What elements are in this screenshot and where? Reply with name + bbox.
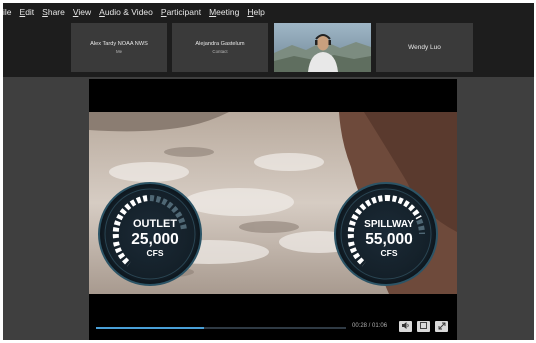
outlet-gauge: OUTLET 25,000 CFS: [98, 182, 202, 286]
volume-button[interactable]: [399, 321, 412, 332]
fullscreen-exit-icon: [420, 322, 427, 331]
spillway-label: SPILLWAY: [364, 219, 414, 230]
spillway-gauge: SPILLWAY 55,000 CFS: [334, 182, 438, 286]
meeting-window: ile Edit Share View Audio & Video Partic…: [3, 3, 534, 340]
menu-bar: ile Edit Share View Audio & Video Partic…: [3, 3, 534, 20]
participant-tile[interactable]: Alejandra Gastelum Contact: [172, 23, 268, 72]
menu-share[interactable]: Share: [42, 7, 65, 17]
participant-tile[interactable]: Wendy Luo: [376, 23, 473, 72]
participant-name: Alejandra Gastelum: [195, 41, 245, 47]
progress-fill: [96, 327, 204, 329]
participant-video-tile[interactable]: [274, 23, 371, 72]
participant-subtitle: Contact: [212, 49, 228, 54]
menu-edit[interactable]: Edit: [20, 7, 35, 17]
progress-bar[interactable]: [96, 327, 346, 329]
participant-name: Alex Tardy NOAA NWS: [90, 41, 148, 47]
participant-video-feed: [274, 23, 371, 72]
timecode: 00:28 / 01:06: [352, 323, 388, 329]
participant-tile[interactable]: Alex Tardy NOAA NWS Me: [71, 23, 167, 72]
shared-video-stage[interactable]: OUTLET 25,000 CFS SPILLWAY 55,000 CFS 00…: [89, 79, 457, 340]
expand-button[interactable]: [435, 321, 448, 332]
expand-icon: [438, 322, 446, 332]
participant-name: Wendy Luo: [408, 44, 441, 51]
participant-subtitle: Me: [115, 49, 123, 54]
exit-fullscreen-button[interactable]: [417, 321, 430, 332]
menu-audio-video[interactable]: Audio & Video: [99, 7, 153, 17]
spillway-value: 55,000: [365, 231, 412, 248]
spillway-water-footage: OUTLET 25,000 CFS SPILLWAY 55,000 CFS: [89, 112, 457, 294]
outlet-label: OUTLET: [133, 218, 177, 230]
outlet-unit: CFS: [147, 248, 164, 258]
player-controls: 00:28 / 01:06: [89, 317, 457, 340]
menu-participant[interactable]: Participant: [161, 7, 201, 17]
menu-meeting[interactable]: Meeting: [209, 7, 239, 17]
menu-view[interactable]: View: [73, 7, 91, 17]
volume-icon: [401, 322, 410, 331]
outlet-value: 25,000: [131, 231, 178, 248]
video-frame: OUTLET 25,000 CFS SPILLWAY 55,000 CFS: [89, 112, 457, 294]
menu-help[interactable]: Help: [247, 7, 264, 17]
participant-strip: Alex Tardy NOAA NWS Me Alejandra Gastelu…: [3, 20, 534, 77]
menu-file[interactable]: ile: [3, 7, 12, 17]
spillway-unit: CFS: [381, 248, 398, 258]
